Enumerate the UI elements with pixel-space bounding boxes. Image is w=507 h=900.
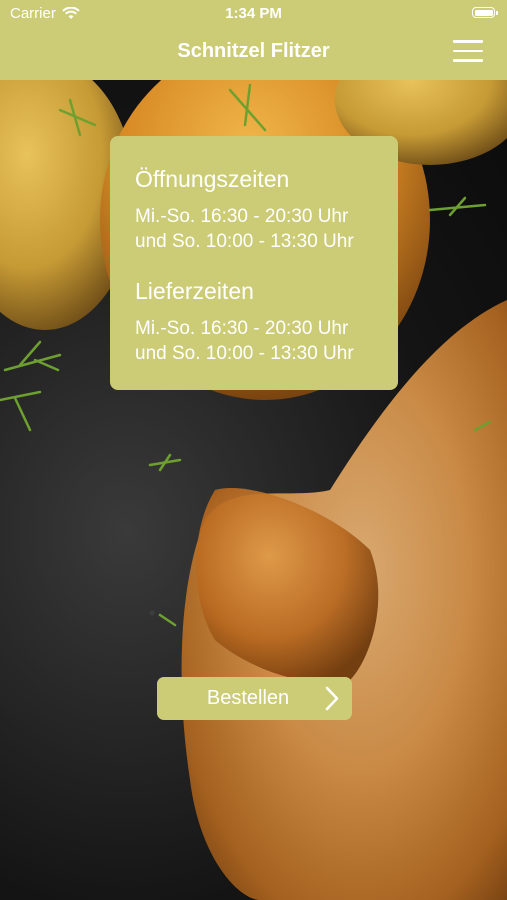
app-header: Carrier 1:34 PM Schnitzel Flitzer bbox=[0, 0, 507, 80]
hours-info-card: Öffnungszeiten Mi.-So. 16:30 - 20:30 Uhr… bbox=[110, 136, 398, 390]
order-button-label: Bestellen bbox=[206, 687, 290, 709]
opening-hours-line-1: Mi.-So. 16:30 - 20:30 Uhr bbox=[135, 206, 349, 227]
app-title: Schnitzel Flitzer bbox=[177, 40, 330, 62]
menu-line-middle bbox=[453, 49, 483, 52]
menu-line-bottom bbox=[453, 59, 483, 62]
battery-level bbox=[474, 9, 493, 16]
delivery-hours-line-1: Mi.-So. 16:30 - 20:30 Uhr bbox=[135, 318, 349, 339]
app-screen: Carrier 1:34 PM Schnitzel Flitzer Öffnun… bbox=[0, 0, 507, 900]
hamburger-menu-icon[interactable] bbox=[453, 40, 483, 62]
battery-tip bbox=[496, 10, 498, 15]
order-button[interactable]: Bestellen bbox=[157, 677, 352, 720]
menu-line-top bbox=[453, 40, 483, 43]
opening-hours-heading: Öffnungszeiten bbox=[135, 166, 290, 192]
battery-icon bbox=[472, 7, 498, 18]
chevron-right-icon bbox=[325, 686, 339, 711]
status-time: 1:34 PM bbox=[225, 5, 282, 22]
opening-hours-line-2: und So. 10:00 - 13:30 Uhr bbox=[135, 231, 354, 252]
delivery-hours-heading: Lieferzeiten bbox=[135, 278, 254, 304]
delivery-hours-line-2: und So. 10:00 - 13:30 Uhr bbox=[135, 343, 354, 364]
status-bar: Carrier 1:34 PM bbox=[0, 0, 507, 28]
